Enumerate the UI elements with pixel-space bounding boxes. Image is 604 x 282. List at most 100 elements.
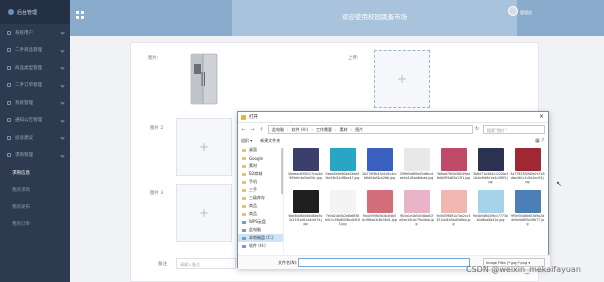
- drive-icon: [242, 228, 246, 232]
- tree-item[interactable]: 手机: [238, 178, 283, 186]
- folder-icon: [242, 148, 246, 152]
- breadcrumb-item[interactable]: 图片: [355, 127, 363, 133]
- file-thumbnail: [477, 190, 504, 213]
- file-item[interactable]: 9d0d3f68f1a7aa2cc3251bd4b5ad0d8ab.jpg: [436, 190, 471, 230]
- sidebar-item-6[interactable]: 投诉建议: [0, 129, 70, 147]
- sidebar-subitem-2[interactable]: 我的发布: [0, 198, 70, 215]
- tree-item[interactable]: 桌面: [238, 146, 283, 154]
- tree-item-label: 商品: [249, 211, 257, 216]
- tree-item[interactable]: 素材: [238, 162, 283, 170]
- search-input[interactable]: 搜索"图片": [483, 125, 545, 134]
- breadcrumb-item[interactable]: 此电脑: [272, 127, 284, 133]
- tree-item[interactable]: 三级库存: [238, 194, 283, 202]
- file-item[interactable]: 9a4c9f0fb3b3b4f4b5bc9f6aa3c8c0b41.jpg: [362, 190, 397, 230]
- tree-item[interactable]: 此电脑: [238, 226, 283, 234]
- sidebar-subitem-3[interactable]: 我的订单: [0, 215, 70, 232]
- close-icon[interactable]: ×: [539, 113, 544, 120]
- tree-item-label: 三手: [249, 187, 257, 192]
- file-item[interactable]: 6be4b08b0b6d8be5c3c21f1ad1ca4cfa7a.jpg: [288, 190, 323, 230]
- file-name: 7e0d24b5b2e8d8f38b0c1c58d6458cd4f163.jpg: [325, 214, 360, 226]
- scrollbar[interactable]: [281, 148, 283, 194]
- chevron-down-icon: [60, 152, 65, 158]
- chevron-down-icon: [60, 82, 65, 88]
- tree-item[interactable]: 商品: [238, 202, 283, 210]
- tree-item-label: 桌面: [249, 147, 257, 152]
- tree-item[interactable]: 商品: [238, 210, 283, 218]
- file-item[interactable]: 9f5e50a8dd03d9a2d4e9a9d8f3a26b77.jpg: [510, 190, 545, 230]
- grid-icon[interactable]: [76, 11, 84, 19]
- upload-image3-button[interactable]: +: [176, 184, 232, 242]
- new-folder-button[interactable]: 新建文件夹: [260, 138, 280, 144]
- file-grid: 0bdeac650fc27cacb4999efc4a5ed20c.jpg 0eeb…: [288, 148, 546, 255]
- avatar[interactable]: [508, 6, 518, 16]
- view-options-icon[interactable]: ▦ ?: [535, 138, 544, 144]
- sidebar-item-label: 通知公告管理: [15, 118, 42, 124]
- file-item[interactable]: 7e0d24b5b2e8d8f38b0c1c58d6458cd4f163.jpg: [325, 190, 360, 230]
- tree-item[interactable]: Google: [238, 154, 283, 162]
- sidebar-item-3[interactable]: 二手订单管理: [0, 77, 70, 95]
- breadcrumb-item[interactable]: 素材: [340, 127, 348, 133]
- file-item[interactable]: 5a77633f0fd5e2c7b5dbe4b1c1d0c2ec54.jpg: [510, 148, 545, 188]
- file-thumbnail: [403, 190, 430, 213]
- sidebar-item-7[interactable]: 求购管理: [0, 147, 70, 165]
- product-image: [176, 50, 232, 108]
- up-arrow-icon[interactable]: ↑: [258, 127, 265, 133]
- sidebar-subitem-1[interactable]: 我的求购: [0, 181, 70, 198]
- sidebar-item-0[interactable]: 系统用户: [0, 24, 70, 42]
- upload-button[interactable]: +: [374, 50, 430, 108]
- sidebar-item-2[interactable]: 商品类型管理: [0, 59, 70, 77]
- type-icon: [7, 65, 11, 70]
- chevron-down-icon: [60, 117, 65, 123]
- file-item[interactable]: 9e4b5d8d2f6cc7773ab0d8ca8a41d.jpg: [473, 190, 508, 230]
- breadcrumb[interactable]: 此电脑 › 软件 (H:) › 工作需要 › 素材 › 图片: [268, 125, 473, 134]
- file-item[interactable]: 0bdeac650fc27cacb4999efc4a5ed20c.jpg: [288, 148, 323, 188]
- breadcrumb-item[interactable]: 工作需要: [316, 127, 332, 133]
- organize-button[interactable]: 组织 ▾: [241, 138, 252, 144]
- forward-arrow-icon[interactable]: →: [249, 127, 256, 133]
- file-item[interactable]: 2b274f9b43d1d5c4ccb6d04af4ca26b.jpg: [362, 148, 397, 188]
- dialog-titlebar: 打开 ×: [238, 112, 548, 123]
- file-thumbnail: [440, 190, 467, 213]
- upload-image2-button[interactable]: +: [176, 118, 232, 176]
- file-thumbnail: [292, 190, 319, 213]
- folder-tree: 桌面 Google 素材 B2商城 手机 三手 三级库存 商品 商品 WPS云盘 此电脑 本地磁盘 (…: [238, 146, 284, 254]
- file-thumbnail: [329, 190, 356, 213]
- user-name[interactable]: 管理员: [520, 10, 532, 16]
- tree-item-label: 手机: [249, 179, 257, 184]
- refresh-icon[interactable]: ↻: [475, 126, 479, 132]
- folder-icon: [242, 196, 246, 200]
- breadcrumb-item[interactable]: 软件 (H:): [292, 127, 309, 133]
- file-item[interactable]: 3b6ad7fb5e58049ea6db0ff3a83a13f1.jpg: [436, 148, 471, 188]
- user-icon: [7, 30, 11, 35]
- tree-item[interactable]: B2商城: [238, 170, 283, 178]
- file-thumbnail: [403, 148, 430, 171]
- sidebar-item-1[interactable]: 二手商品管理: [0, 42, 70, 60]
- plus-icon: +: [198, 140, 210, 154]
- gear-icon: [7, 100, 11, 105]
- sidebar-subitem-0[interactable]: 求购信息: [0, 164, 70, 181]
- file-item[interactable]: 9b3a1e4b5a5d8a61fe0ea19cdc7fa4dab.jpg: [399, 190, 434, 230]
- tree-item[interactable]: 软件 (H:): [238, 242, 283, 250]
- tree-item[interactable]: WPS云盘: [238, 218, 283, 226]
- sidebar-item-5[interactable]: 通知公告管理: [0, 112, 70, 130]
- sidebar: 后台管理 系统用户 二手商品管理 商品类型管理 二手订单管理 系统管理 通知公告管理 投诉建…: [0, 0, 70, 282]
- breadcrumb-separator: ›: [350, 127, 353, 132]
- sidebar-item-4[interactable]: 系统管理: [0, 94, 70, 112]
- breadcrumb-separator: ›: [311, 127, 313, 132]
- plus-icon: +: [198, 206, 210, 220]
- back-arrow-icon[interactable]: ←: [240, 127, 247, 133]
- tree-item-label: 软件 (H:): [249, 243, 266, 248]
- upload-label: 上传:: [348, 56, 359, 61]
- header-title-area: 欢迎使用校园跳蚤市场: [232, 0, 517, 36]
- tree-item[interactable]: 三手: [238, 186, 283, 194]
- app-icon: [241, 114, 246, 120]
- file-item[interactable]: 2f9fe0a8f0e05e6bcdae4a1d5aa8dcaa.jpg: [399, 148, 434, 188]
- file-item[interactable]: 0eeb5a9e80aa54ae5fbc56d14df8ca47.jpg: [325, 148, 360, 188]
- tree-item[interactable]: 本地磁盘 (C:): [238, 234, 283, 242]
- sidebar-item-label: 系统用户: [15, 30, 33, 36]
- chevron-down-icon: [60, 100, 65, 105]
- filename-input[interactable]: [298, 258, 470, 267]
- sidebar-item-label: 系统管理: [15, 100, 33, 106]
- file-item[interactable]: 3b6d71e4d4c1220bcf1b4e4fa6e1a4c2893.jpg: [473, 148, 508, 188]
- remark-input[interactable]: 请输入备注: [176, 258, 236, 269]
